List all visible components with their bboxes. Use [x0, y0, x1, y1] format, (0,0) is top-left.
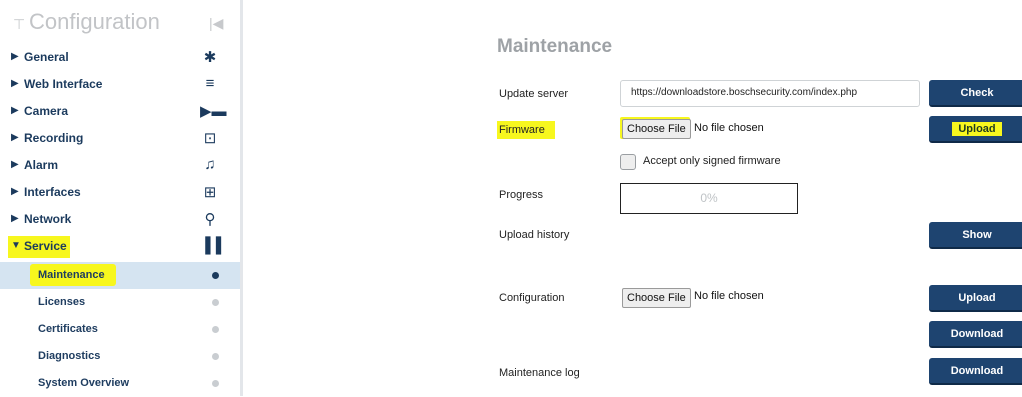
firmware-upload-label: Upload — [952, 122, 1002, 136]
chevron-right-icon: ▶ — [11, 186, 19, 197]
sidebar-item-label: Service — [24, 239, 67, 253]
firmware-upload-button[interactable]: Upload — [929, 116, 1022, 143]
show-button[interactable]: Show — [929, 222, 1022, 249]
configuration-choose-file-button[interactable]: Choose File — [622, 288, 691, 308]
firmware-choose-file-button[interactable]: Choose File — [622, 119, 691, 139]
sidebar-item-label: Alarm — [24, 158, 59, 172]
update-server-input[interactable]: https://downloadstore.boschsecurity.com/… — [620, 80, 920, 107]
menu-icon: ≡ — [205, 75, 215, 92]
chevron-right-icon: ▶ — [11, 159, 19, 170]
sidebar-item-network[interactable]: ▶ Network ⚲ — [0, 206, 240, 233]
dot-icon — [212, 299, 219, 306]
firmware-no-file-text: No file chosen — [694, 122, 764, 134]
active-dot-icon — [212, 272, 219, 279]
upload-history-label: Upload history — [499, 229, 570, 241]
sidebar-subitem-system-overview[interactable]: System Overview — [0, 370, 240, 397]
dot-icon — [212, 380, 219, 387]
sidebar-item-recording[interactable]: ▶ Recording ⊡ — [0, 125, 240, 152]
chevron-down-icon: ▼ — [11, 240, 21, 251]
bar-chart-icon: ▐▐ — [200, 237, 222, 254]
sidebar-item-service[interactable]: ▼ Service ▐▐ — [0, 233, 240, 260]
sidebar-subitem-certificates[interactable]: Certificates — [0, 316, 240, 343]
update-server-value: https://downloadstore.boschsecurity.com/… — [631, 87, 858, 98]
sidebar: ⊤ Configuration |◀ ▶ General ✱ ▶ Web Int… — [0, 0, 243, 396]
sidebar-subitem-label: Certificates — [38, 323, 98, 335]
dot-icon — [212, 326, 219, 333]
sidebar-item-label: Camera — [24, 104, 69, 118]
firmware-label: Firmware — [499, 124, 545, 136]
camera-icon: ▶▬ — [200, 103, 227, 120]
sidebar-item-alarm[interactable]: ▶ Alarm ♫ — [0, 152, 240, 179]
chevron-right-icon: ▶ — [11, 132, 19, 143]
recording-icon: ⊡ — [203, 130, 217, 147]
sidebar-item-label: Network — [24, 212, 72, 226]
configuration-download-button[interactable]: Download — [929, 321, 1022, 348]
pin-icon[interactable]: ⊤ — [13, 16, 25, 33]
sidebar-item-label: Recording — [24, 131, 84, 145]
chevron-right-icon: ▶ — [11, 213, 19, 224]
sidebar-subitem-maintenance[interactable]: Maintenance — [0, 262, 240, 289]
dot-icon — [212, 353, 219, 360]
sidebar-item-label: Interfaces — [24, 185, 81, 199]
configuration-label: Configuration — [499, 292, 565, 304]
network-icon: ⚲ — [204, 211, 216, 228]
page-title: Maintenance — [497, 36, 613, 57]
chevron-right-icon: ▶ — [11, 105, 19, 116]
sidebar-title: Configuration — [29, 9, 160, 34]
accept-signed-firmware-checkbox[interactable] — [620, 154, 636, 170]
update-server-label: Update server — [499, 88, 569, 100]
sidebar-subitem-label: System Overview — [38, 377, 130, 389]
sidebar-item-general[interactable]: ▶ General ✱ — [0, 44, 240, 71]
check-button[interactable]: Check — [929, 80, 1022, 107]
sidebar-item-camera[interactable]: ▶ Camera ▶▬ — [0, 98, 240, 125]
maintenance-log-download-button[interactable]: Download — [929, 358, 1022, 385]
sidebar-header: ⊤ Configuration |◀ — [8, 8, 248, 38]
sidebar-item-label: Web Interface — [24, 77, 103, 91]
sidebar-item-web-interface[interactable]: ▶ Web Interface ≡ — [0, 71, 240, 98]
sidebar-subitem-label: Licenses — [38, 296, 86, 308]
accept-signed-firmware-label: Accept only signed firmware — [643, 155, 781, 167]
gear-icon: ✱ — [203, 49, 217, 66]
sidebar-subitem-label: Maintenance — [38, 269, 105, 281]
progress-box: 0% — [620, 183, 798, 214]
collapse-sidebar-icon[interactable]: |◀ — [209, 15, 223, 32]
progress-value: 0% — [700, 191, 718, 205]
chevron-right-icon: ▶ — [11, 51, 19, 62]
configuration-no-file-text: No file chosen — [694, 290, 764, 302]
sidebar-subitem-label: Diagnostics — [38, 350, 101, 362]
sidebar-item-label: General — [24, 50, 69, 64]
sidebar-subitem-licenses[interactable]: Licenses — [0, 289, 240, 316]
progress-label: Progress — [499, 189, 544, 201]
sidebar-item-interfaces[interactable]: ▶ Interfaces ⊞ — [0, 179, 240, 206]
bell-icon: ♫ — [204, 156, 216, 173]
configuration-upload-button[interactable]: Upload — [929, 285, 1022, 312]
chevron-right-icon: ▶ — [11, 78, 19, 89]
interfaces-icon: ⊞ — [203, 184, 217, 201]
maintenance-log-label: Maintenance log — [499, 367, 580, 379]
sidebar-subitem-diagnostics[interactable]: Diagnostics — [0, 343, 240, 370]
